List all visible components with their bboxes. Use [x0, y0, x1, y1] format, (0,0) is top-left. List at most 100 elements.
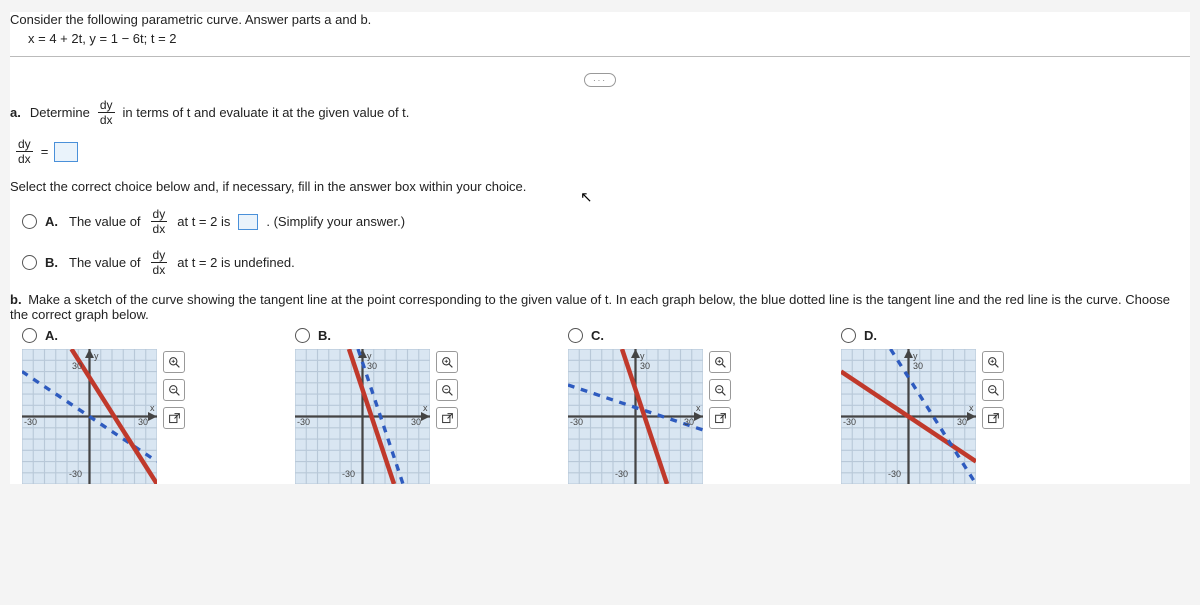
zoom-out-button[interactable]	[982, 379, 1004, 401]
radio-button[interactable]	[568, 328, 583, 343]
zoom-in-button[interactable]	[163, 351, 185, 373]
zoom-out-button[interactable]	[709, 379, 731, 401]
part-a-prompt: a. Determine dy dx in terms of t and eva…	[10, 99, 1190, 126]
option-b-pre: The value of	[69, 255, 141, 270]
tick-label: 30	[913, 361, 923, 371]
x-axis-label: x	[423, 403, 428, 413]
y-axis-label: y	[94, 351, 99, 361]
magnify-minus-icon	[168, 384, 181, 397]
magnify-plus-icon	[441, 356, 454, 369]
option-b-row[interactable]: B. The value of dy dx at t = 2 is undefi…	[22, 249, 1190, 276]
popout-button[interactable]	[709, 407, 731, 429]
tick-label: -30	[24, 417, 37, 427]
parametric-equation: x = 4 + 2t, y = 1 − 6t; t = 2	[28, 31, 1190, 46]
divider	[10, 56, 1190, 57]
magnify-minus-icon	[987, 384, 1000, 397]
option-letter: B.	[45, 255, 58, 270]
tick-label: -30	[570, 417, 583, 427]
y-axis-label: y	[913, 351, 918, 361]
collapse-toggle[interactable]: ···	[584, 73, 616, 87]
part-a-equation-row: dy dx =	[14, 138, 1190, 165]
graph-option-d: D. y x	[841, 328, 1004, 484]
graph-b-label-row[interactable]: B.	[295, 328, 458, 343]
select-instruction: Select the correct choice below and, if …	[10, 179, 1190, 194]
graph-options-row: A. y x	[22, 328, 1190, 484]
radio-button[interactable]	[22, 328, 37, 343]
tick-label: 30	[957, 417, 967, 427]
graph-d: y x 30 -30 -30 30	[841, 349, 976, 484]
popout-icon	[987, 412, 1000, 425]
part-b-label: b.	[10, 292, 22, 307]
tick-label: 30	[138, 417, 148, 427]
x-axis-label: x	[150, 403, 155, 413]
y-axis-label: y	[640, 351, 645, 361]
graph-a-label-row[interactable]: A.	[22, 328, 185, 343]
x-axis-label: x	[969, 403, 974, 413]
graph-option-c: C. y x	[568, 328, 731, 484]
tick-label: -30	[342, 469, 355, 479]
graph-d-label-row[interactable]: D.	[841, 328, 1004, 343]
option-letter: A.	[45, 214, 58, 229]
graph-a: y x 30 -30 -30 30	[22, 349, 157, 484]
graph-tool-column	[709, 351, 731, 429]
graph-option-a: A. y x	[22, 328, 185, 484]
part-b-text: Make a sketch of the curve showing the t…	[10, 292, 1170, 322]
option-a-mid: at t = 2 is	[177, 214, 230, 229]
x-axis-label: x	[696, 403, 701, 413]
zoom-out-button[interactable]	[436, 379, 458, 401]
option-a-row[interactable]: A. The value of dy dx at t = 2 is . (Sim…	[22, 208, 1190, 235]
equals-sign: =	[41, 144, 49, 159]
popout-button[interactable]	[163, 407, 185, 429]
tick-label: 30	[72, 361, 82, 371]
tick-label: -30	[888, 469, 901, 479]
popout-icon	[168, 412, 181, 425]
tick-label: 30	[411, 417, 421, 427]
zoom-out-button[interactable]	[163, 379, 185, 401]
zoom-in-button[interactable]	[709, 351, 731, 373]
popout-button[interactable]	[436, 407, 458, 429]
cursor-icon: ↖	[580, 188, 593, 206]
option-letter: C.	[591, 328, 604, 343]
option-a-pre: The value of	[69, 214, 141, 229]
graph-c-label-row[interactable]: C.	[568, 328, 731, 343]
magnify-minus-icon	[714, 384, 727, 397]
tick-label: -30	[843, 417, 856, 427]
question-intro: Consider the following parametric curve.…	[10, 12, 1190, 27]
radio-button[interactable]	[22, 255, 37, 270]
magnify-plus-icon	[987, 356, 1000, 369]
graph-tool-column	[436, 351, 458, 429]
radio-button[interactable]	[841, 328, 856, 343]
part-b-prompt: b. Make a sketch of the curve showing th…	[10, 292, 1190, 322]
tick-label: 30	[640, 361, 650, 371]
part-a-label: a.	[10, 105, 21, 120]
tick-label: 30	[684, 417, 694, 427]
radio-button[interactable]	[22, 214, 37, 229]
tick-label: 30	[367, 361, 377, 371]
option-b-post: at t = 2 is undefined.	[177, 255, 294, 270]
option-letter: D.	[864, 328, 877, 343]
option-letter: A.	[45, 328, 58, 343]
graph-c: y x 30 -30 -30 30	[568, 349, 703, 484]
popout-icon	[441, 412, 454, 425]
radio-button[interactable]	[295, 328, 310, 343]
fraction-dy-dx: dy dx	[151, 249, 168, 276]
graph-tool-column	[163, 351, 185, 429]
magnify-minus-icon	[441, 384, 454, 397]
zoom-in-button[interactable]	[436, 351, 458, 373]
part-a-text2: in terms of t and evaluate it at the giv…	[123, 105, 410, 120]
answer-input-value[interactable]	[238, 214, 258, 230]
fraction-dy-dx: dy dx	[151, 208, 168, 235]
answer-input-dy-dx[interactable]	[54, 142, 78, 162]
option-a-post: . (Simplify your answer.)	[266, 214, 405, 229]
tick-label: -30	[297, 417, 310, 427]
option-letter: B.	[318, 328, 331, 343]
popout-button[interactable]	[982, 407, 1004, 429]
graph-option-b: B. y x	[295, 328, 458, 484]
zoom-in-button[interactable]	[982, 351, 1004, 373]
fraction-dy-dx: dy dx	[98, 99, 115, 126]
magnify-plus-icon	[714, 356, 727, 369]
y-axis-label: y	[367, 351, 372, 361]
fraction-dy-dx-lhs: dy dx	[16, 138, 33, 165]
popout-icon	[714, 412, 727, 425]
magnify-plus-icon	[168, 356, 181, 369]
